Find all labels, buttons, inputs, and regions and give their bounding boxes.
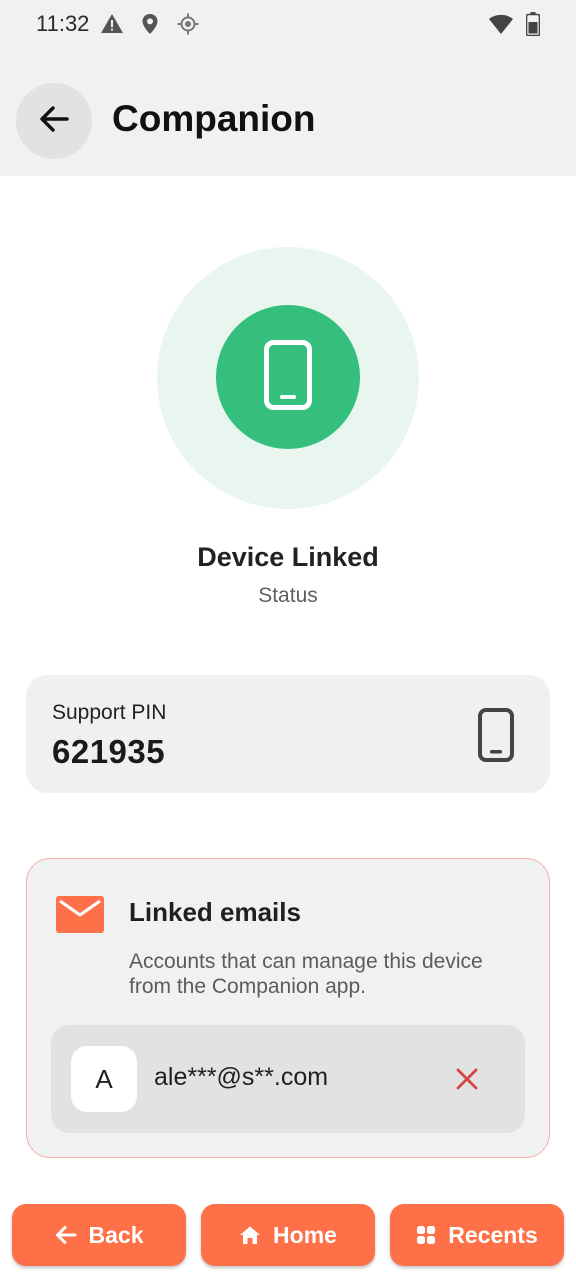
linked-emails-description: Accounts that can manage this device fro… (129, 950, 483, 998)
avatar: A (71, 1046, 137, 1112)
linked-email-address: ale***@s**.com (154, 1063, 329, 1091)
linked-email-item: A ale***@s**.com (51, 1025, 525, 1133)
status-time: 11:32 (36, 11, 90, 36)
back-button[interactable] (16, 83, 92, 159)
app-bar: Companion (0, 52, 576, 176)
linked-emails-card: Linked emails Accounts that can manage t… (26, 858, 550, 1158)
nav-recents-button[interactable]: Recents (390, 1204, 564, 1266)
smartphone-icon (264, 339, 312, 415)
gps-icon (176, 12, 200, 36)
support-pin-value: 621935 (52, 733, 166, 770)
page-title: Companion (112, 98, 316, 139)
arrow-left-icon (55, 1225, 77, 1245)
support-pin-label: Support PIN (52, 701, 167, 724)
nav-back-button[interactable]: Back (12, 1204, 186, 1266)
device-status-value: Device Linked (197, 542, 379, 572)
device-status-label: Status (258, 584, 318, 607)
support-pin-card: Support PIN 621935 (26, 675, 550, 793)
warning-icon (100, 12, 124, 36)
wifi-icon (488, 13, 514, 35)
device-status-halo (157, 247, 419, 509)
status-left-icons (100, 12, 200, 36)
linked-emails-title: Linked emails (129, 897, 301, 927)
status-right-icons (488, 12, 540, 36)
device-status-circle (216, 305, 360, 449)
nav-home-label: Home (273, 1221, 337, 1248)
location-pin-icon (138, 12, 162, 36)
mail-icon (56, 896, 104, 938)
recents-icon (416, 1225, 436, 1245)
nav-recents-label: Recents (448, 1221, 538, 1248)
smartphone-icon (478, 708, 514, 767)
close-icon[interactable] (455, 1067, 479, 1091)
battery-icon (526, 12, 540, 36)
status-bar: 11:32 (0, 0, 576, 52)
home-icon (239, 1225, 261, 1245)
nav-home-button[interactable]: Home (201, 1204, 375, 1266)
nav-back-label: Back (88, 1221, 144, 1248)
arrow-left-icon (36, 101, 72, 142)
